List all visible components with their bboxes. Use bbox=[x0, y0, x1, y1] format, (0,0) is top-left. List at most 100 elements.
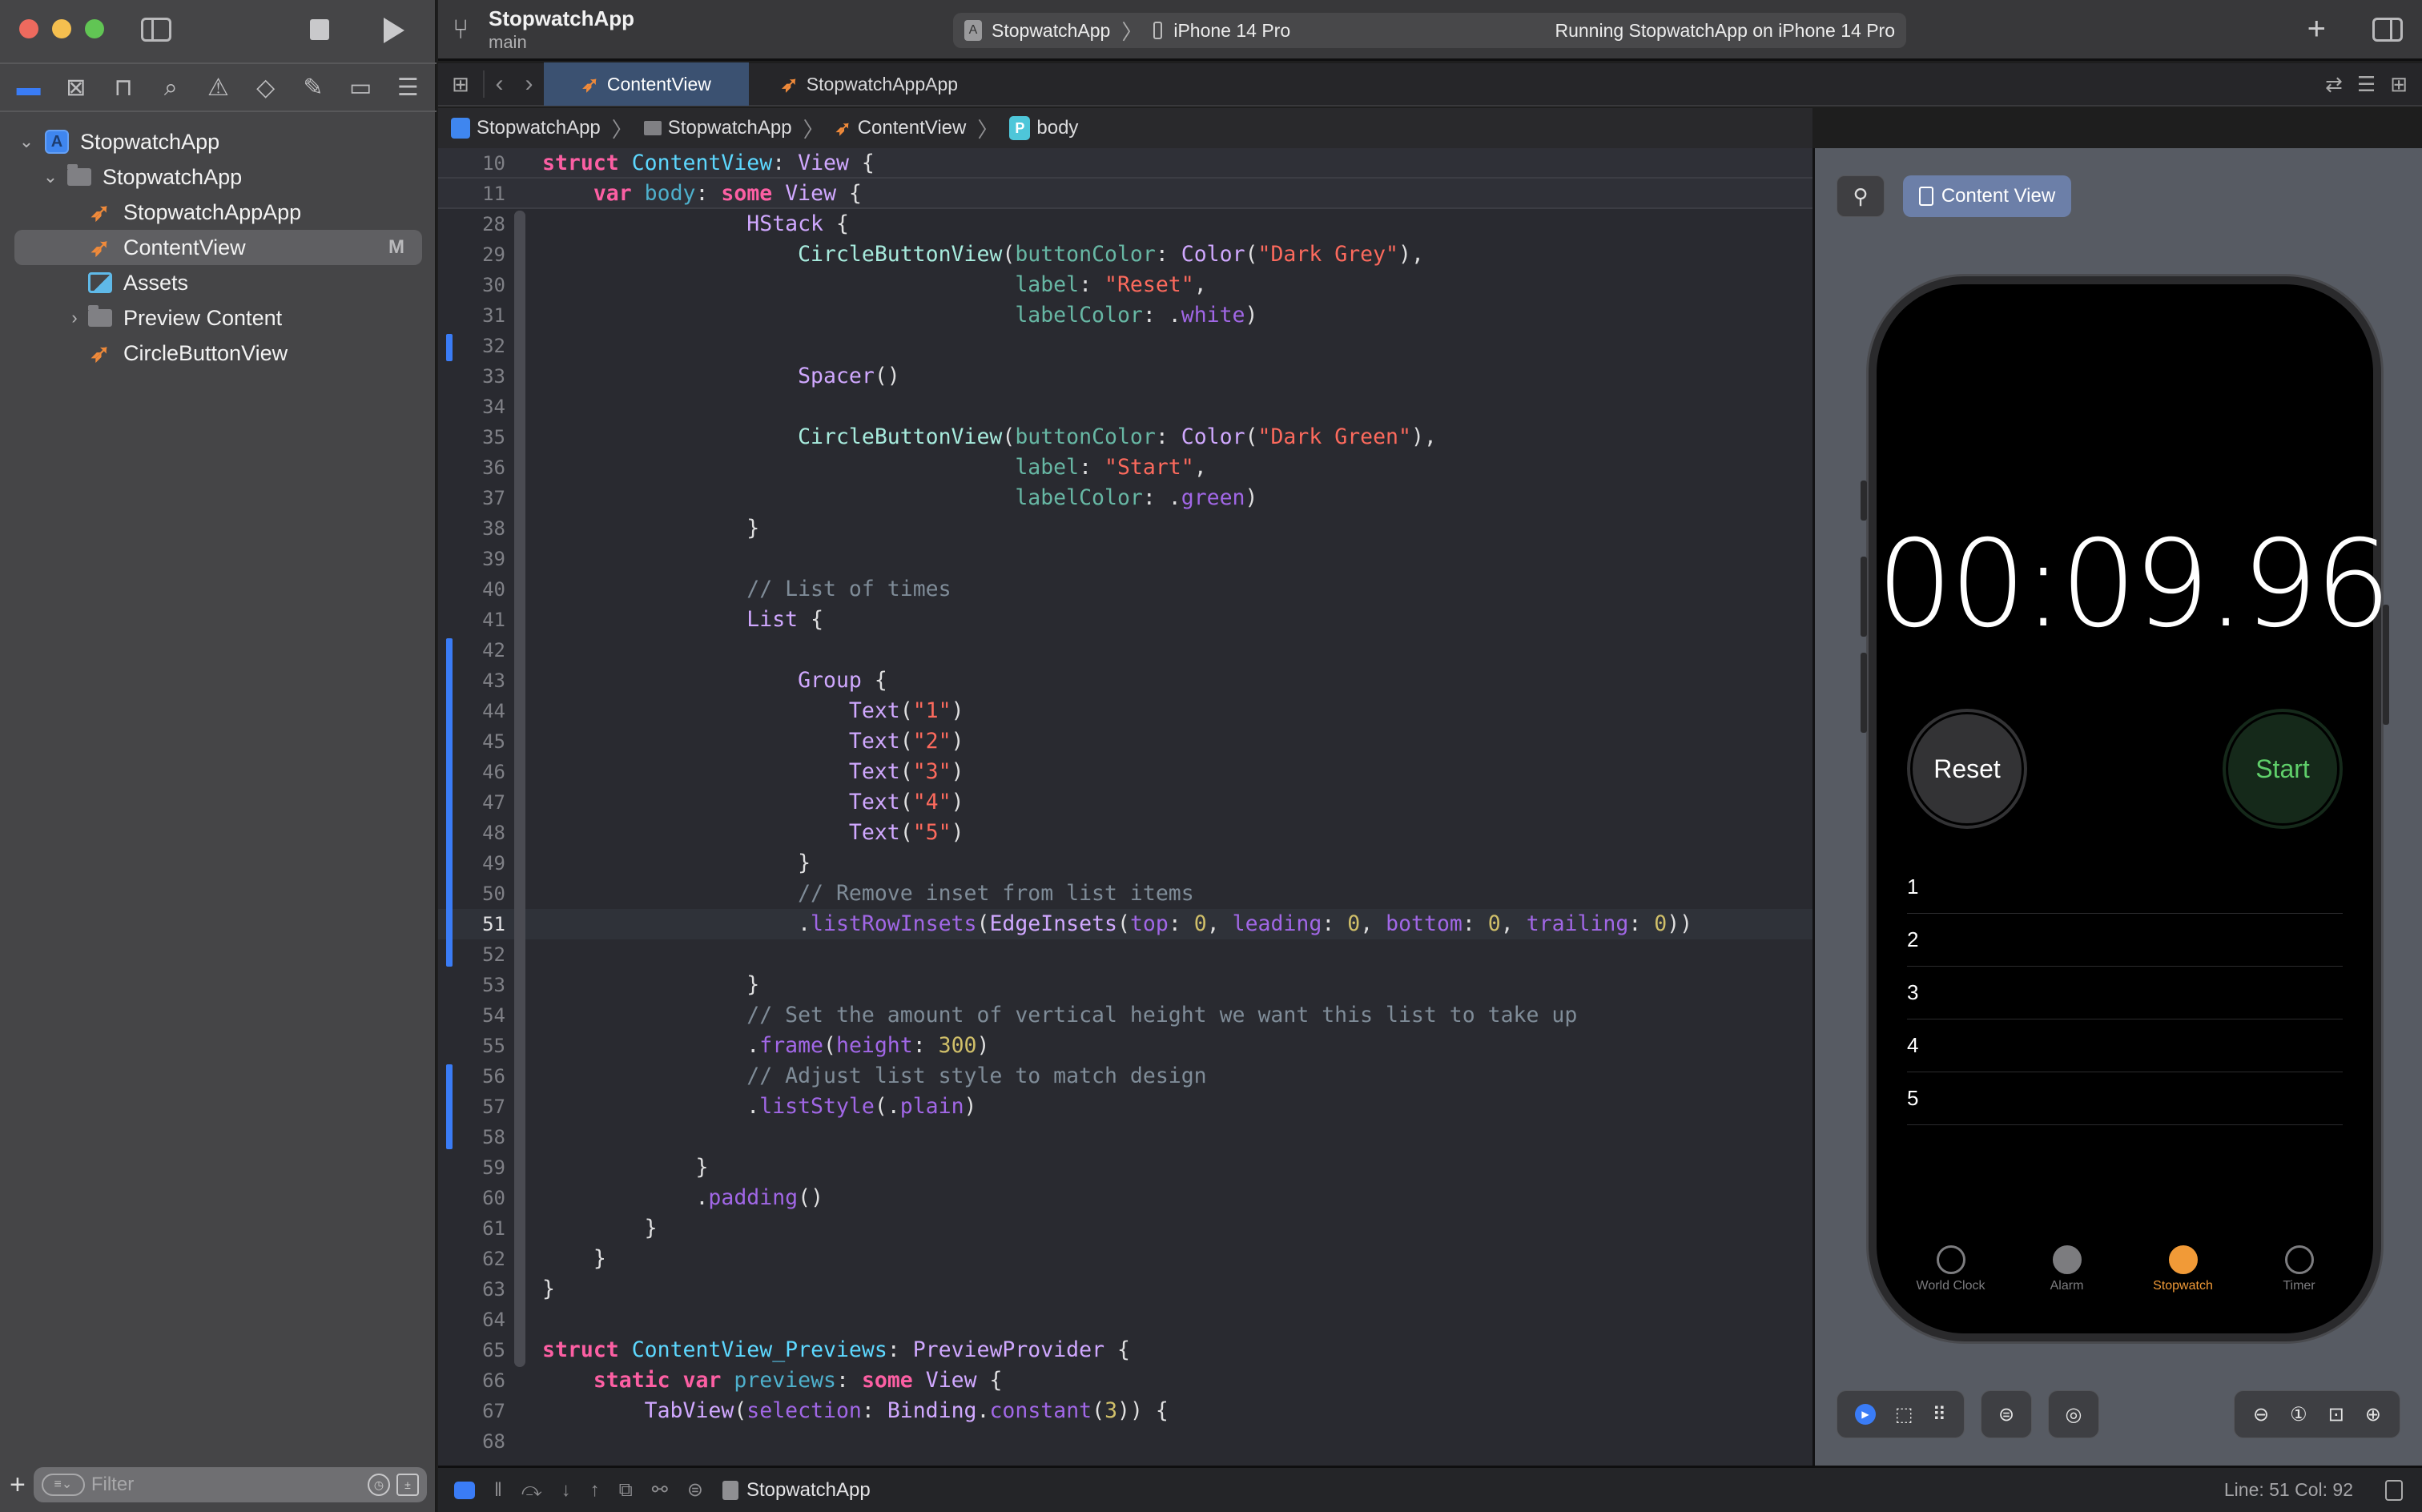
line-number[interactable]: 62 bbox=[438, 1244, 505, 1274]
breadcrumb-item[interactable]: StopwatchApp bbox=[668, 117, 792, 139]
source-control-icon[interactable]: ⊠ bbox=[62, 74, 90, 102]
view-hierarchy-icon[interactable]: ⧉ bbox=[619, 1479, 633, 1502]
forward-icon[interactable]: › bbox=[525, 70, 533, 98]
minimize-window-button[interactable] bbox=[52, 19, 71, 38]
pause-icon[interactable]: ‖ bbox=[494, 1479, 502, 1502]
branch-name[interactable]: main bbox=[489, 32, 527, 53]
code-line[interactable]: 32 bbox=[438, 331, 1812, 361]
change-indicator[interactable] bbox=[446, 638, 453, 967]
pin-icon[interactable]: ⚲ bbox=[1837, 175, 1885, 217]
zoom-fit-icon[interactable]: ⊡ bbox=[2328, 1403, 2344, 1426]
code-line[interactable]: 40 // List of times bbox=[438, 574, 1812, 605]
code-line[interactable]: 60 .padding() bbox=[438, 1183, 1812, 1213]
start-button[interactable]: Start bbox=[2223, 709, 2343, 829]
breadcrumb-item[interactable]: ContentView bbox=[858, 117, 967, 139]
code-line[interactable]: 10 struct ContentView: View { bbox=[438, 148, 1812, 179]
code-line[interactable]: 44 Text("1") bbox=[438, 696, 1812, 726]
code-line[interactable]: 68 bbox=[438, 1426, 1812, 1457]
change-indicator[interactable] bbox=[446, 334, 453, 361]
device-button[interactable]: ◎ bbox=[2048, 1390, 2099, 1438]
line-number[interactable]: 10 bbox=[438, 148, 505, 179]
scheme-selector[interactable]: StopwatchApp bbox=[992, 20, 1110, 42]
line-number[interactable]: 61 bbox=[438, 1213, 505, 1244]
change-indicator[interactable] bbox=[446, 1064, 453, 1149]
code-line[interactable]: 56 // Adjust list style to match design bbox=[438, 1061, 1812, 1092]
environment-overrides-icon[interactable]: ⊜ bbox=[687, 1478, 703, 1502]
line-number[interactable]: 36 bbox=[438, 452, 505, 483]
chevron-down-icon[interactable]: ⌄ bbox=[42, 167, 59, 187]
step-over-icon[interactable]: ⤼ bbox=[521, 1479, 542, 1502]
tree-item-file[interactable]: ➶ CircleButtonView bbox=[0, 336, 437, 371]
report-icon[interactable]: ☰ bbox=[394, 74, 421, 102]
code-line[interactable]: 45 Text("2") bbox=[438, 726, 1812, 757]
line-number[interactable]: 55 bbox=[438, 1031, 505, 1061]
chevron-right-icon[interactable]: › bbox=[66, 308, 83, 328]
line-number[interactable]: 67 bbox=[438, 1396, 505, 1426]
breakpoint-icon[interactable]: ▭ bbox=[347, 74, 374, 102]
code-line[interactable]: 61 } bbox=[438, 1213, 1812, 1244]
line-number[interactable]: 53 bbox=[438, 970, 505, 1000]
zoom-window-button[interactable] bbox=[85, 19, 104, 38]
line-number[interactable]: 68 bbox=[438, 1426, 505, 1457]
line-number[interactable]: 34 bbox=[438, 392, 505, 422]
tree-item-file-selected[interactable]: ➶ ContentView M bbox=[14, 230, 422, 265]
breadcrumb-item[interactable]: body bbox=[1036, 117, 1078, 139]
line-number[interactable]: 41 bbox=[438, 605, 505, 635]
search-icon[interactable]: ⌕ bbox=[157, 74, 184, 102]
code-line[interactable]: 38 } bbox=[438, 513, 1812, 544]
toggle-console-icon[interactable] bbox=[2385, 1479, 2403, 1501]
hierarchy-icon[interactable]: ⊓ bbox=[110, 74, 137, 102]
code-line[interactable]: 51 .listRowInsets(EdgeInsets(top: 0, lea… bbox=[438, 909, 1812, 939]
zoom-100-icon[interactable]: ① bbox=[2290, 1403, 2307, 1426]
line-number[interactable]: 11 bbox=[438, 179, 505, 209]
code-line[interactable]: 30 label: "Reset", bbox=[438, 270, 1812, 300]
code-line[interactable]: 67 TabView(selection: Binding.constant(3… bbox=[438, 1396, 1812, 1426]
editor-options-icon[interactable]: ☰ bbox=[2357, 72, 2376, 97]
source-editor[interactable]: 10 struct ContentView: View {11 var body:… bbox=[438, 148, 1812, 1466]
tree-item-assets[interactable]: Assets bbox=[0, 265, 437, 300]
line-number[interactable]: 37 bbox=[438, 483, 505, 513]
library-plus-icon[interactable]: + bbox=[2307, 11, 2326, 47]
variants-icon[interactable]: ⠿ bbox=[1932, 1403, 1946, 1426]
preview-selector-button[interactable]: Content View bbox=[1903, 175, 2071, 217]
tab-stopwatchappapp[interactable]: ➶ StopwatchAppApp bbox=[749, 62, 990, 106]
device-settings-button[interactable]: ⊜ bbox=[1981, 1390, 2032, 1438]
code-line[interactable]: 66 static var previews: some View { bbox=[438, 1365, 1812, 1396]
selectable-mode-icon[interactable]: ⬚ bbox=[1895, 1403, 1913, 1426]
code-line[interactable]: 65 struct ContentView_Previews: PreviewPr… bbox=[438, 1335, 1812, 1365]
code-line[interactable]: 62 } bbox=[438, 1244, 1812, 1274]
breadcrumb-item[interactable]: StopwatchApp bbox=[477, 117, 601, 139]
line-number[interactable]: 66 bbox=[438, 1365, 505, 1396]
code-line[interactable]: 11 var body: some View { bbox=[438, 179, 1812, 209]
code-line[interactable]: 50 // Remove inset from list items bbox=[438, 879, 1812, 909]
live-mode-icon[interactable]: ▶ bbox=[1854, 1404, 1876, 1425]
line-number[interactable]: 60 bbox=[438, 1183, 505, 1213]
code-line[interactable]: 64 bbox=[438, 1305, 1812, 1335]
ios-tab-world-clock[interactable]: World Clock bbox=[1895, 1245, 2007, 1293]
ios-tab-timer[interactable]: Timer bbox=[2243, 1245, 2356, 1293]
toggle-navigator-icon[interactable] bbox=[141, 18, 171, 42]
tree-item-folder[interactable]: › Preview Content bbox=[0, 300, 437, 336]
related-items-icon[interactable]: ⊞ bbox=[438, 72, 483, 97]
step-out-icon[interactable]: ↑ bbox=[590, 1479, 600, 1502]
code-line[interactable]: 37 labelColor: .green) bbox=[438, 483, 1812, 513]
line-number[interactable]: 59 bbox=[438, 1152, 505, 1183]
line-number[interactable]: 38 bbox=[438, 513, 505, 544]
add-editor-icon[interactable]: ⊞ bbox=[2390, 72, 2408, 97]
line-number[interactable]: 39 bbox=[438, 544, 505, 574]
tree-item-file[interactable]: ➶ StopwatchAppApp bbox=[0, 195, 437, 230]
debug-icon[interactable]: ✎ bbox=[300, 74, 327, 102]
line-number[interactable]: 31 bbox=[438, 300, 505, 331]
code-line[interactable]: 52 bbox=[438, 939, 1812, 970]
line-number[interactable]: 54 bbox=[438, 1000, 505, 1031]
filter-input[interactable] bbox=[91, 1474, 361, 1496]
tree-item-folder[interactable]: ⌄ StopwatchApp bbox=[0, 159, 437, 195]
step-into-icon[interactable]: ↓ bbox=[561, 1479, 571, 1502]
warning-icon[interactable]: ⚠ bbox=[204, 74, 231, 102]
code-line[interactable]: 35 CircleButtonView(buttonColor: Color("… bbox=[438, 422, 1812, 452]
chevron-down-icon[interactable]: ⌄ bbox=[18, 131, 35, 152]
tree-item-project[interactable]: ⌄ A StopwatchApp bbox=[0, 124, 437, 159]
folder-icon[interactable]: ▬ bbox=[15, 74, 42, 102]
add-icon[interactable]: + bbox=[10, 1470, 26, 1501]
ios-tab-stopwatch[interactable]: Stopwatch bbox=[2127, 1245, 2239, 1293]
